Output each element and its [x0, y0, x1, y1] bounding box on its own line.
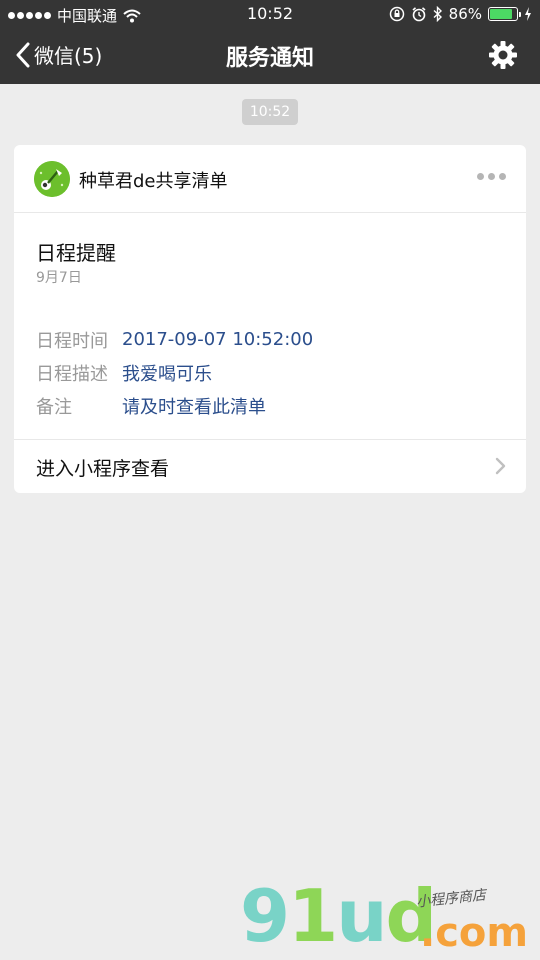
battery-percent: 86% [448, 5, 482, 23]
battery-icon [488, 7, 521, 21]
card-date: 9月7日 [36, 270, 82, 286]
detail-row: 日程时间 2017-09-07 10:52:00 [36, 323, 506, 356]
watermark-brand-text: 91ud [240, 874, 437, 958]
watermark-logo: 91ud 小程序商店 .com [240, 880, 540, 960]
app-avatar[interactable] [34, 161, 70, 197]
alarm-icon [412, 7, 426, 22]
top-bar: 中国联通 10:52 86% 微信(5) 服务通知 [0, 0, 540, 84]
notification-card: 种草君de共享清单 日程提醒 9月7日 日程时间 2017-09-07 10:5… [14, 145, 526, 493]
watermark-suffix: .com [420, 910, 529, 956]
bluetooth-icon [433, 6, 442, 22]
page-title: 服务通知 [225, 46, 314, 71]
detail-label: 日程描述 [36, 363, 108, 385]
gear-icon[interactable] [488, 40, 518, 70]
status-bar: 中国联通 10:52 86% [0, 0, 540, 28]
watermark-letter: 9 [240, 874, 290, 958]
detail-label: 日程时间 [36, 330, 108, 352]
status-right: 86% [389, 5, 532, 23]
app-logo-icon [34, 161, 70, 197]
card-title: 日程提醒 [36, 241, 116, 265]
lock-rotation-icon [389, 6, 404, 22]
detail-value: 2017-09-07 10:52:00 [122, 329, 314, 350]
footer-label: 进入小程序查看 [36, 458, 170, 480]
watermark-letter: u [336, 874, 387, 958]
timestamp-chip: 10:52 [242, 99, 298, 125]
detail-label: 备注 [36, 396, 72, 418]
card-header: 种草君de共享清单 [14, 145, 526, 213]
charging-icon [525, 7, 531, 21]
detail-row: 备注 请及时查看此清单 [36, 389, 506, 422]
nav-bar: 微信(5) 服务通知 [0, 28, 540, 84]
battery-fill [490, 9, 513, 19]
more-dots-icon[interactable] [477, 173, 506, 180]
app-name: 种草君de共享清单 [79, 171, 228, 192]
watermark-brand: 91ud [240, 880, 437, 952]
open-mini-program-button[interactable]: 进入小程序查看 [14, 439, 526, 493]
detail-row: 日程描述 我爱喝可乐 [36, 356, 506, 389]
detail-value: 我爱喝可乐 [122, 363, 212, 385]
chevron-right-icon [495, 457, 506, 475]
watermark-letter: 1 [288, 874, 338, 958]
detail-value: 请及时查看此清单 [122, 396, 266, 418]
detail-rows: 日程时间 2017-09-07 10:52:00 日程描述 我爱喝可乐 备注 请… [36, 323, 506, 422]
